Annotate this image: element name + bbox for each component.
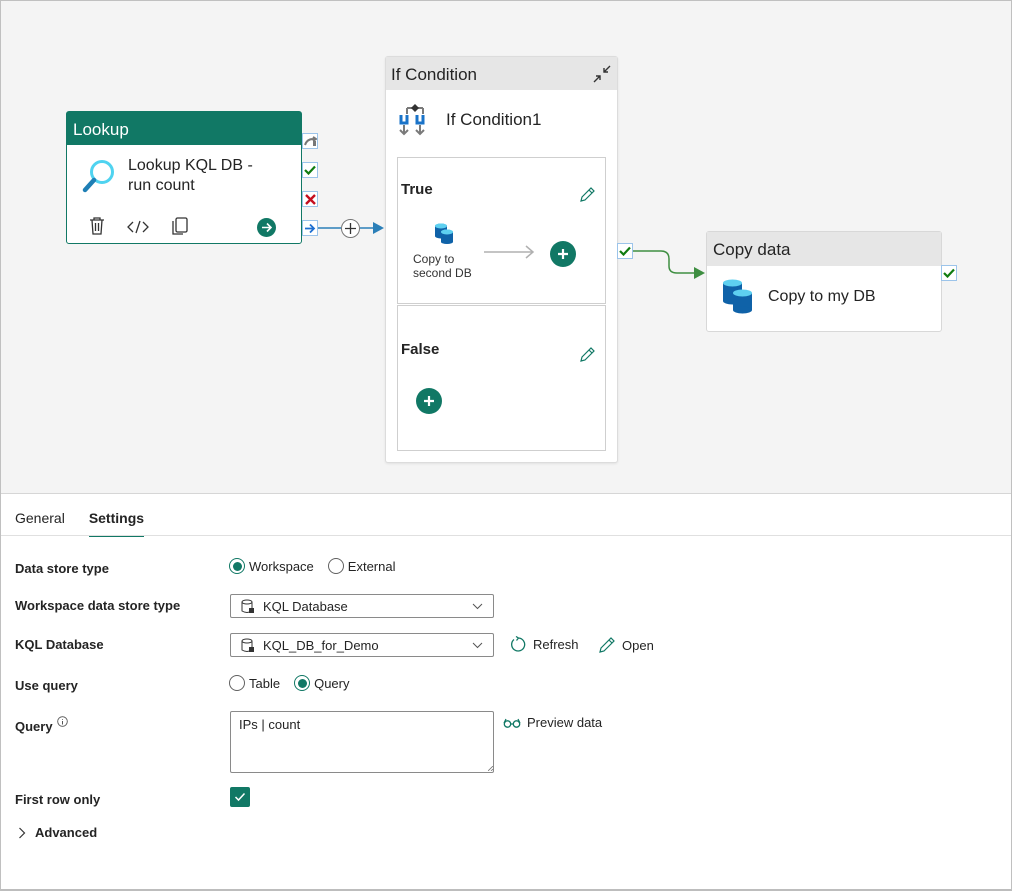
true-branch-activity[interactable]: Copy to second DB <box>413 252 483 280</box>
preview-data-label: Preview data <box>527 715 603 730</box>
skip-port[interactable] <box>302 133 318 149</box>
glasses-icon <box>503 718 521 728</box>
database-icon <box>241 638 254 652</box>
if-success-port[interactable] <box>617 243 633 259</box>
go-icon[interactable] <box>257 218 276 237</box>
data-store-type-label: Data store type <box>15 561 109 576</box>
query-label-row: Query <box>15 716 68 734</box>
refresh-icon <box>511 636 526 652</box>
refresh-label: Refresh <box>533 637 579 652</box>
chevron-right-icon <box>19 827 26 838</box>
workspace-data-store-type-label: Workspace data store type <box>15 598 181 613</box>
radio-query[interactable] <box>294 675 311 691</box>
add-false-activity-button[interactable] <box>416 388 442 414</box>
query-label: Query <box>15 719 53 734</box>
info-icon[interactable] <box>56 716 68 727</box>
chevron-down-icon <box>472 642 483 648</box>
if-condition-type-label: If Condition <box>386 57 617 90</box>
pencil-icon <box>599 637 615 653</box>
open-label: Open <box>622 637 654 653</box>
copy-data-name: Copy to my DB <box>768 288 876 305</box>
tab-general[interactable]: General <box>15 510 65 537</box>
radio-table[interactable] <box>229 675 245 691</box>
arrow-right-icon <box>305 223 316 233</box>
radio-workspace-label[interactable]: Workspace <box>249 559 314 574</box>
advanced-expander[interactable]: Advanced <box>18 825 97 840</box>
preview-data-button[interactable]: Preview data <box>503 715 602 730</box>
radio-table-label[interactable]: Table <box>249 676 280 691</box>
edit-false-branch-icon[interactable] <box>578 346 596 369</box>
edit-true-branch-icon[interactable] <box>578 186 596 209</box>
checkmark-icon <box>943 268 955 278</box>
false-branch[interactable]: False <box>397 305 606 451</box>
plus-icon <box>558 249 568 259</box>
collapse-icon[interactable] <box>592 64 612 89</box>
if-condition-name: If Condition1 <box>446 110 542 129</box>
radio-external-label[interactable]: External <box>348 559 396 574</box>
failure-port[interactable] <box>302 191 318 207</box>
add-activity-button[interactable] <box>341 219 360 238</box>
lookup-activity-name: Lookup KQL DB - run count <box>128 157 253 194</box>
plus-icon <box>345 223 356 234</box>
tabs-divider <box>1 535 1011 536</box>
success-port[interactable] <box>302 162 318 178</box>
if-condition-icon <box>397 100 433 143</box>
radio-query-label[interactable]: Query <box>314 676 349 691</box>
pipeline-canvas[interactable]: Lookup Lookup KQL DB - run count If Cond… <box>1 1 1011 494</box>
connector-if-to-copy <box>633 250 695 274</box>
true-branch-label: True <box>401 181 433 198</box>
workspace-data-store-type-select[interactable]: KQL Database <box>230 594 494 618</box>
checkmark-icon <box>619 246 631 256</box>
x-icon <box>304 193 316 205</box>
arrow-connector <box>484 245 535 259</box>
completion-port[interactable] <box>302 220 318 236</box>
lookup-activity[interactable]: Lookup Lookup KQL DB - run count <box>66 111 302 244</box>
connector-arrowhead <box>373 222 384 234</box>
radio-external[interactable] <box>327 558 344 574</box>
copy-data-activity[interactable]: Copy data Copy to my DB <box>706 231 942 332</box>
query-textarea[interactable]: IPs | count <box>230 711 494 773</box>
resize-handle-icon[interactable] <box>488 766 493 771</box>
delete-icon[interactable] <box>87 216 107 241</box>
checkmark-icon <box>304 165 316 175</box>
database-icon <box>241 599 254 613</box>
use-query-label: Use query <box>15 678 78 693</box>
copy-icon[interactable] <box>170 216 190 241</box>
use-query-radio-group: Table Query <box>229 675 349 691</box>
open-button[interactable]: Open <box>598 636 654 654</box>
copy-success-port[interactable] <box>941 265 957 281</box>
workspace-data-store-type-value: KQL Database <box>263 598 348 614</box>
database-icon <box>433 222 455 249</box>
data-store-type-radio-group: Workspace External <box>229 558 396 574</box>
database-icon <box>721 278 755 319</box>
lookup-type-label: Lookup <box>67 112 301 145</box>
tab-settings[interactable]: Settings <box>88 510 145 537</box>
refresh-button[interactable]: Refresh <box>510 636 579 653</box>
skip-icon <box>303 135 317 146</box>
code-icon[interactable] <box>127 219 149 240</box>
properties-tabs: General Settings <box>15 510 145 537</box>
first-row-only-checkbox[interactable] <box>230 787 250 807</box>
true-branch[interactable]: True Copy to second DB <box>397 157 606 304</box>
connector-arrowhead-green <box>694 267 705 279</box>
add-true-activity-button[interactable] <box>550 241 576 267</box>
kql-database-label: KQL Database <box>15 637 104 652</box>
kql-database-select[interactable]: KQL_DB_for_Demo <box>230 633 494 657</box>
if-condition-activity[interactable]: If Condition If Condition1 True Copy to … <box>385 56 618 463</box>
search-icon <box>81 158 117 199</box>
copy-data-type-label: Copy data <box>707 232 941 266</box>
kql-database-value: KQL_DB_for_Demo <box>263 637 379 653</box>
radio-workspace[interactable] <box>229 558 245 574</box>
advanced-label: Advanced <box>35 825 98 840</box>
false-branch-label: False <box>401 341 440 358</box>
first-row-only-label: First row only <box>15 792 101 807</box>
chevron-down-icon <box>472 603 483 609</box>
checkmark-icon <box>234 792 246 802</box>
plus-icon <box>424 396 434 406</box>
